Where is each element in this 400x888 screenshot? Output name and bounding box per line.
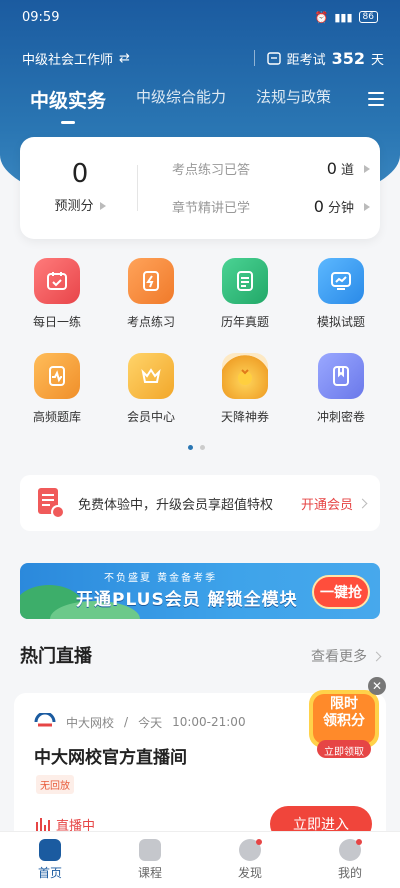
feature-label: 历年真题 xyxy=(220,315,269,329)
stat-chapter-studied[interactable]: 章节精讲已学 0 分钟 xyxy=(172,197,370,216)
exam-name: 中级社会工作师 xyxy=(22,52,114,68)
calendar-small-icon xyxy=(266,52,281,65)
pulse-book-icon xyxy=(34,353,80,399)
close-icon[interactable]: ✕ xyxy=(368,677,386,695)
feature-daily-practice[interactable]: 每日一练 xyxy=(12,258,102,330)
vip-trial-text: 免费体验中，升级会员享超值特权 xyxy=(78,497,274,513)
predicted-score[interactable]: 0 预测分 xyxy=(44,159,116,214)
feature-label: 会员中心 xyxy=(126,410,175,424)
school-logo-icon xyxy=(34,711,56,731)
document-icon xyxy=(222,258,268,304)
live-time: 10:00-21:00 xyxy=(172,715,246,729)
signal-icon: ▮▮▮ xyxy=(334,10,353,24)
countdown-days: 352 xyxy=(331,48,365,68)
section-title: 热门直播 xyxy=(20,646,92,667)
feature-label: 天降神券 xyxy=(220,410,269,424)
sealed-book-icon xyxy=(318,353,364,399)
switch-icon: ⇄ xyxy=(119,50,130,66)
promo-line1: 限时 xyxy=(330,696,358,712)
score-label: 预测分 xyxy=(54,199,94,214)
status-bar: 09:59 ⏰ ▮▮▮ 86 xyxy=(0,0,400,34)
stat-unit: 道 xyxy=(340,163,354,178)
feature-label: 模拟试题 xyxy=(316,315,365,329)
nav-discover[interactable]: 发现 xyxy=(200,832,300,888)
stat-value: 0 xyxy=(326,159,337,178)
vip-trial-card[interactable]: 免费体验中，升级会员享超值特权 开通会员 xyxy=(20,475,380,531)
book-icon xyxy=(139,839,161,861)
document-icon xyxy=(36,486,66,520)
top-bar: 中级社会工作师 ⇄ 距考试 352 天 xyxy=(22,46,384,70)
live-date: 今天 xyxy=(138,715,163,730)
no-replay-badge: 无回放 xyxy=(36,775,74,794)
stats-card: 0 预测分 考点练习已答 0道 章节精讲已学 0 分钟 xyxy=(20,137,380,239)
crown-icon xyxy=(128,353,174,399)
school-name: 中大网校 xyxy=(66,715,115,730)
plus-membership-banner[interactable]: 不负盛夏 黄金备考季 开通PLUS会员 解锁全模块 一键抢 xyxy=(20,563,380,619)
lucky-bag-icon xyxy=(222,353,268,399)
points-promo-badge[interactable]: 限时 领积分 立即领取 xyxy=(305,688,383,762)
alarm-icon: ⏰ xyxy=(314,10,329,24)
stat-label: 考点练习已答 xyxy=(172,163,251,178)
bolt-doc-icon xyxy=(128,258,174,304)
tab-comprehensive[interactable]: 中级综合能力 xyxy=(136,86,226,107)
page-indicator xyxy=(188,445,205,450)
feature-label: 考点练习 xyxy=(126,315,175,329)
calendar-icon xyxy=(34,258,80,304)
live-title: 中大网校官方直播间 xyxy=(34,748,187,768)
subject-tabs: 中级实务 中级综合能力 法规与政策 xyxy=(0,86,400,126)
feature-past-exams[interactable]: 历年真题 xyxy=(200,258,290,330)
feature-label: 每日一练 xyxy=(32,315,81,329)
tab-practice[interactable]: 中级实务 xyxy=(30,86,106,113)
nav-profile[interactable]: 我的 xyxy=(300,832,400,888)
promo-button[interactable]: 立即领取 xyxy=(305,743,383,758)
banner-title: 开通PLUS会员 解锁全模块 xyxy=(76,590,298,610)
menu-icon[interactable] xyxy=(368,92,384,110)
promo-line2: 领积分 xyxy=(323,713,365,729)
nav-courses[interactable]: 课程 xyxy=(100,832,200,888)
chevron-right-icon xyxy=(371,651,382,661)
live-meta: 中大网校 / 今天 10:00-21:00 xyxy=(34,711,246,731)
divider xyxy=(137,165,138,211)
open-membership-link[interactable]: 开通会员 xyxy=(301,494,368,513)
countdown-unit: 天 xyxy=(370,52,384,68)
feature-frequent-questions[interactable]: 高频题库 xyxy=(12,353,102,425)
feature-member-center[interactable]: 会员中心 xyxy=(106,353,196,425)
stat-label: 章节精讲已学 xyxy=(172,201,251,216)
score-value: 0 xyxy=(71,159,89,189)
chevron-right-icon xyxy=(357,498,368,508)
triangle-right-icon xyxy=(99,202,106,210)
feature-mock-exams[interactable]: 模拟试题 xyxy=(296,258,386,330)
status-time: 09:59 xyxy=(22,9,60,25)
feature-label: 高频题库 xyxy=(32,410,81,424)
feature-label: 冲刺密卷 xyxy=(316,410,365,424)
stat-unit: 分钟 xyxy=(327,201,354,216)
status-icons: ⏰ ▮▮▮ 86 xyxy=(315,11,378,24)
nav-home[interactable]: 首页 xyxy=(0,832,100,888)
banner-subtitle: 不负盛夏 黄金备考季 xyxy=(104,573,218,584)
tab-regulations[interactable]: 法规与政策 xyxy=(256,86,331,107)
live-bars-icon xyxy=(36,817,50,832)
feature-sprint-papers[interactable]: 冲刺密卷 xyxy=(296,353,386,425)
chart-monitor-icon xyxy=(318,258,364,304)
feature-point-practice[interactable]: 考点练习 xyxy=(106,258,196,330)
battery-icon: 86 xyxy=(358,11,378,23)
grab-button[interactable]: 一键抢 xyxy=(312,575,370,609)
divider xyxy=(253,50,255,66)
notification-dot xyxy=(256,839,262,845)
home-icon xyxy=(39,839,61,861)
countdown-label: 距考试 xyxy=(286,52,326,68)
bottom-nav: 首页 课程 发现 我的 xyxy=(0,831,400,888)
stat-value: 0 xyxy=(313,197,324,216)
see-more-link[interactable]: 查看更多 xyxy=(311,646,382,666)
feature-coupons[interactable]: 天降神券 xyxy=(200,353,290,425)
triangle-right-icon xyxy=(364,202,370,211)
stat-practice-answered[interactable]: 考点练习已答 0道 xyxy=(172,159,370,178)
exam-switcher[interactable]: 中级社会工作师 ⇄ xyxy=(22,49,130,68)
triangle-right-icon xyxy=(364,164,370,173)
exam-countdown: 距考试 352 天 xyxy=(253,48,384,68)
notification-dot xyxy=(356,839,362,845)
